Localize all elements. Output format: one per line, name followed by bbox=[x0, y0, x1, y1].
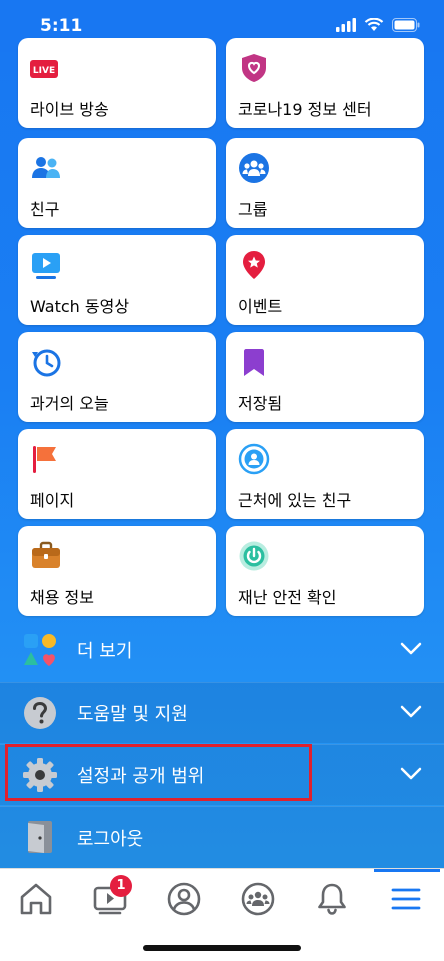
shortcut-label: 채용 정보 bbox=[30, 588, 94, 607]
tab-groups[interactable] bbox=[238, 879, 278, 919]
see-more-label: 더 보기 bbox=[77, 641, 133, 662]
hamburger-menu-icon bbox=[391, 888, 421, 910]
shortcut-crisis-response[interactable]: 재난 안전 확인 bbox=[226, 526, 424, 616]
chevron-down-icon bbox=[400, 767, 422, 780]
shortcut-label: 근처에 있는 친구 bbox=[238, 491, 352, 510]
shortcut-pages[interactable]: 페이지 bbox=[18, 429, 216, 519]
shortcut-label: 저장됨 bbox=[238, 394, 283, 413]
jobs-briefcase-icon bbox=[32, 541, 60, 568]
shortcut-nearby-friends[interactable]: 근처에 있는 친구 bbox=[226, 429, 424, 519]
help-support-label: 도움말 및 지원 bbox=[77, 704, 188, 725]
shortcut-events[interactable]: 이벤트 bbox=[226, 235, 424, 325]
shortcut-label: 이벤트 bbox=[238, 297, 283, 316]
memories-clock-icon bbox=[32, 349, 61, 377]
pages-flag-icon bbox=[33, 446, 56, 473]
live-badge-text: LIVE bbox=[33, 66, 55, 76]
shortcut-label: 페이지 bbox=[30, 491, 75, 510]
shortcut-groups[interactable]: 그룹 bbox=[226, 138, 424, 228]
shortcut-jobs[interactable]: 채용 정보 bbox=[18, 526, 216, 616]
groups-tab-icon bbox=[241, 882, 275, 916]
battery-icon bbox=[392, 18, 420, 32]
shortcut-live[interactable]: LIVE 라이브 방송 bbox=[18, 38, 216, 128]
shortcut-label: 재난 안전 확인 bbox=[238, 588, 337, 607]
tab-menu[interactable] bbox=[386, 879, 426, 919]
chevron-down-icon bbox=[400, 705, 422, 718]
cellular-icon bbox=[336, 18, 356, 32]
see-more-row[interactable]: 더 보기 bbox=[0, 620, 444, 680]
covid-shield-icon bbox=[242, 54, 266, 82]
nearby-friends-icon bbox=[238, 443, 270, 475]
chevron-down-icon bbox=[400, 642, 422, 655]
shortcut-friends[interactable]: 친구 bbox=[18, 138, 216, 228]
shortcut-label: 과거의 오늘 bbox=[30, 394, 109, 413]
screen: 5:11 LIVE 라이브 방송 코로나19 정보 센터 친구 그룹 Watch… bbox=[0, 0, 444, 961]
status-time: 5:11 bbox=[40, 16, 83, 36]
home-icon bbox=[20, 883, 52, 915]
help-question-icon bbox=[24, 697, 56, 729]
shortcut-label: 친구 bbox=[30, 200, 60, 219]
crisis-response-icon bbox=[239, 541, 269, 571]
profile-icon bbox=[167, 882, 201, 916]
watch-icon bbox=[32, 253, 60, 279]
saved-bookmark-icon bbox=[244, 349, 264, 376]
logout-row[interactable]: 로그아웃 bbox=[0, 806, 444, 869]
logout-door-icon bbox=[28, 821, 52, 853]
settings-highlight-box bbox=[5, 744, 312, 801]
tab-profile[interactable] bbox=[164, 879, 204, 919]
shortcut-covid-info[interactable]: 코로나19 정보 센터 bbox=[226, 38, 424, 128]
help-support-row[interactable]: 도움말 및 지원 bbox=[0, 682, 444, 743]
active-tab-indicator bbox=[374, 869, 440, 872]
wifi-icon bbox=[364, 18, 384, 31]
friends-icon bbox=[32, 157, 60, 178]
home-indicator bbox=[143, 945, 301, 951]
shortcut-watch[interactable]: Watch 동영상 bbox=[18, 235, 216, 325]
groups-icon bbox=[239, 153, 269, 183]
live-icon: LIVE bbox=[30, 60, 58, 78]
shortcut-saved[interactable]: 저장됨 bbox=[226, 332, 424, 422]
tab-notifications[interactable] bbox=[312, 879, 352, 919]
shortcut-label: 라이브 방송 bbox=[30, 100, 109, 119]
status-icons bbox=[336, 18, 420, 32]
notification-badge: 1 bbox=[110, 875, 132, 897]
event-pin-icon bbox=[243, 251, 265, 279]
shortcut-memories[interactable]: 과거의 오늘 bbox=[18, 332, 216, 422]
shortcut-label: 그룹 bbox=[238, 200, 268, 219]
shortcut-label: 코로나19 정보 센터 bbox=[238, 100, 372, 119]
tab-home[interactable] bbox=[16, 879, 56, 919]
bell-icon bbox=[318, 883, 346, 915]
see-more-shapes-icon bbox=[24, 634, 56, 666]
logout-label: 로그아웃 bbox=[77, 829, 144, 850]
shortcut-label: Watch 동영상 bbox=[30, 297, 130, 316]
